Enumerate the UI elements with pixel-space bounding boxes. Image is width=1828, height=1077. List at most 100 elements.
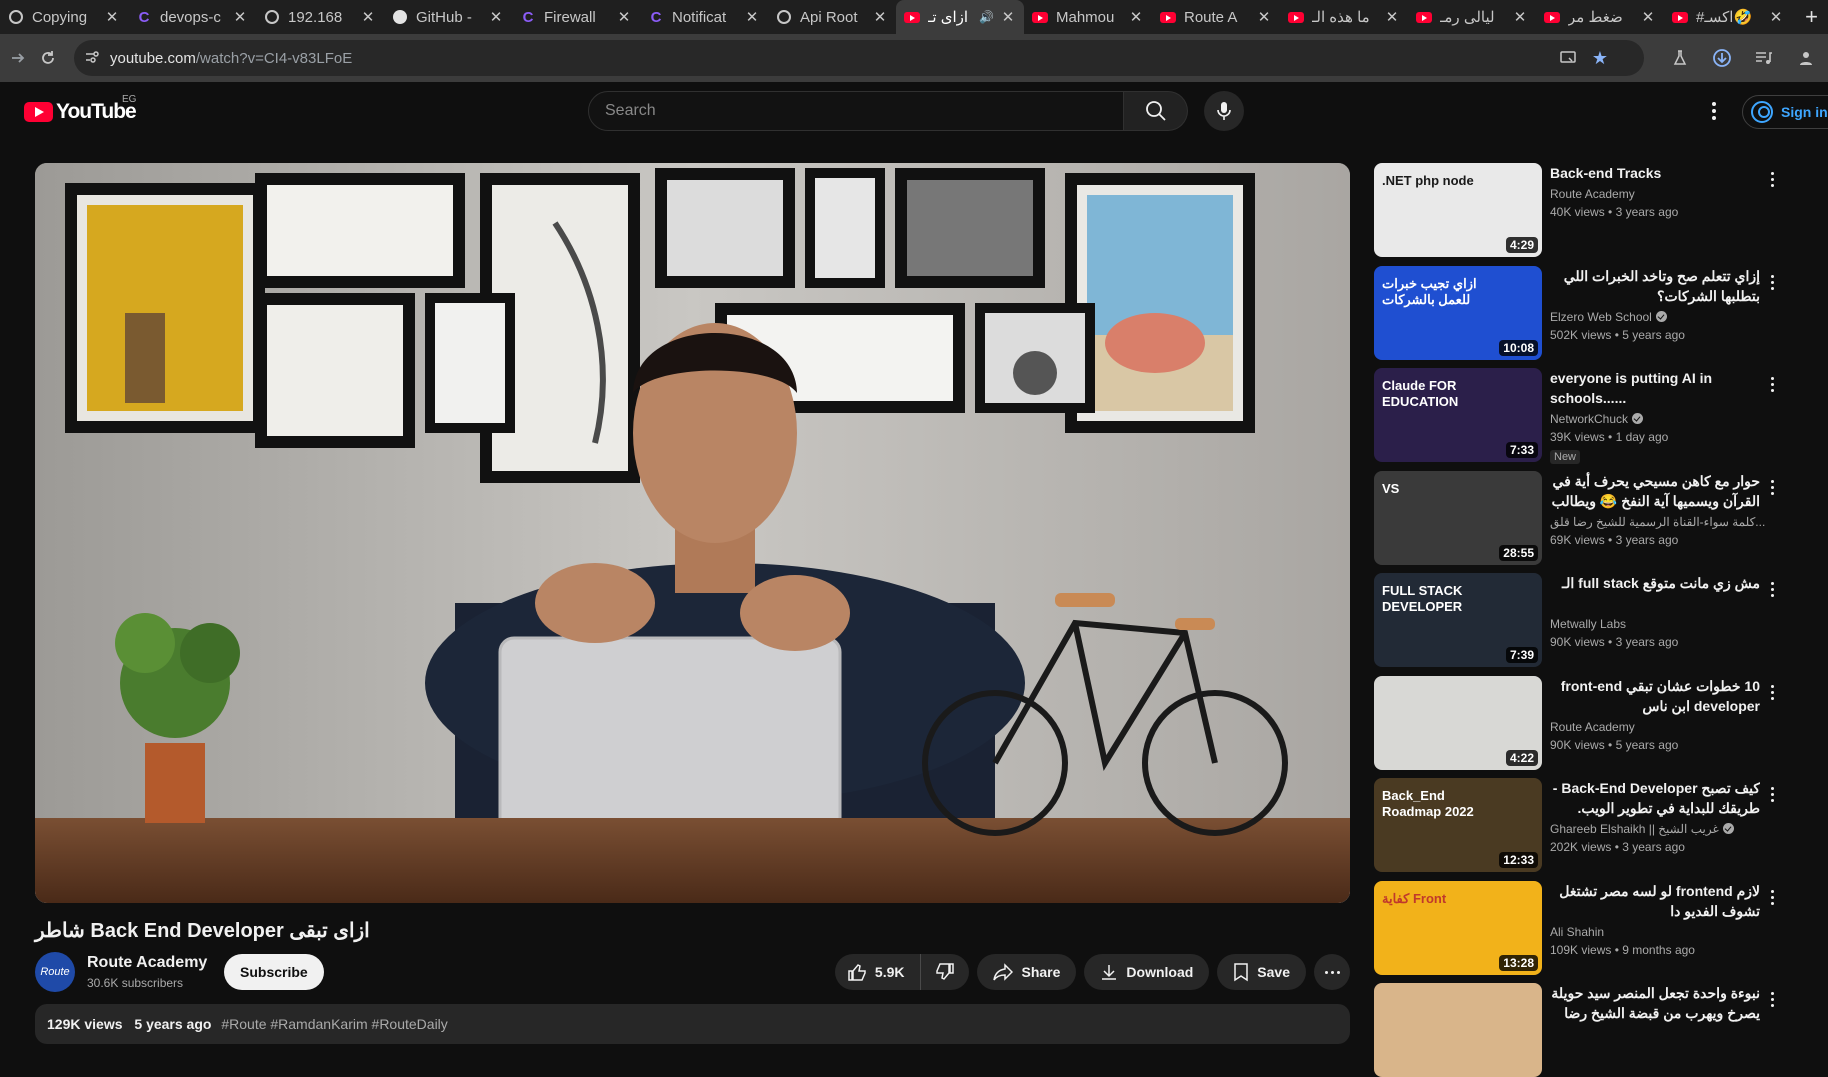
- close-tab-icon[interactable]: ✕: [488, 8, 504, 26]
- forward-icon[interactable]: [2, 42, 34, 74]
- item-menu-icon[interactable]: [1760, 782, 1784, 806]
- recommendation-title[interactable]: نبوءة واحدة تجعل المنصر سيد حويلة يصرخ و…: [1550, 983, 1760, 1023]
- browser-tab[interactable]: GitHub - ✕: [384, 0, 512, 34]
- channel-name[interactable]: Route Academy: [87, 954, 207, 972]
- download-button[interactable]: Download: [1084, 954, 1210, 990]
- recommendation-channel[interactable]: Ali Shahin: [1550, 925, 1604, 939]
- browser-tab[interactable]: Copying ✕: [0, 0, 128, 34]
- recommendation-title[interactable]: مش زي مانت متوقع full stack الـ: [1550, 573, 1760, 593]
- close-tab-icon[interactable]: ✕: [616, 8, 632, 26]
- item-menu-icon[interactable]: [1760, 987, 1784, 1011]
- recommendation-title[interactable]: حوار مع كاهن مسيحي يحرف أية في القرآن وي…: [1550, 471, 1760, 511]
- close-tab-icon[interactable]: ✕: [1384, 8, 1400, 26]
- reload-icon[interactable]: [32, 42, 64, 74]
- recommendation-item[interactable]: FULL STACK DEVELOPER 7:39 مش زي مانت متوقع…: [1374, 573, 1804, 667]
- close-tab-icon[interactable]: ✕: [872, 8, 888, 26]
- video-thumbnail[interactable]: ازاي تجيب خبرات للعمل بالشركات 10:08: [1374, 266, 1542, 360]
- dislike-button[interactable]: [921, 954, 969, 990]
- video-thumbnail[interactable]: Claude FOR EDUCATION 7:33: [1374, 368, 1542, 462]
- recommendation-item[interactable]: Claude FOR EDUCATION 7:33 everyone is putt…: [1374, 368, 1804, 464]
- close-tab-icon[interactable]: ✕: [360, 8, 376, 26]
- item-menu-icon[interactable]: [1760, 885, 1784, 909]
- item-menu-icon[interactable]: [1760, 270, 1784, 294]
- recommendation-channel[interactable]: Metwally Labs: [1550, 617, 1626, 631]
- recommendation-item[interactable]: نبوءة واحدة تجعل المنصر سيد حويلة يصرخ و…: [1374, 983, 1804, 1077]
- youtube-logo[interactable]: YouTube: [24, 100, 137, 124]
- browser-tab[interactable]: 192.168 ✕: [256, 0, 384, 34]
- sign-in-button[interactable]: Sign in: [1742, 95, 1828, 129]
- browser-tab[interactable]: Mahmou ✕: [1024, 0, 1152, 34]
- recommendation-channel[interactable]: كلمة سواء-القناة الرسمية للشيخ رضا قلق..…: [1550, 515, 1765, 529]
- video-thumbnail[interactable]: VS 28:55: [1374, 471, 1542, 565]
- recommendation-title[interactable]: كيف تصبح Back-End Developer - طريقك للبد…: [1550, 778, 1760, 818]
- recommendation-title[interactable]: لازم frontend لو لسه مصر تشتغل تشوف الفد…: [1550, 881, 1760, 921]
- close-tab-icon[interactable]: ✕: [1768, 8, 1784, 26]
- hashtags[interactable]: #Route #RamdanKarim #RouteDaily: [221, 1016, 447, 1032]
- browser-tab[interactable]: ما هذه الـ ✕: [1280, 0, 1408, 34]
- like-button[interactable]: 5.9K: [835, 954, 922, 990]
- search-button[interactable]: [1124, 91, 1188, 131]
- browser-tab[interactable]: Cdevops-c ✕: [128, 0, 256, 34]
- browser-tab[interactable]: #اكسـ🤣 ✕: [1664, 0, 1792, 34]
- media-control-icon[interactable]: [1748, 42, 1780, 74]
- recommendation-channel[interactable]: Route Academy: [1550, 720, 1635, 734]
- recommendation-channel[interactable]: NetworkChuck: [1550, 412, 1644, 426]
- item-menu-icon[interactable]: [1760, 475, 1784, 499]
- item-menu-icon[interactable]: [1760, 372, 1784, 396]
- browser-tab[interactable]: C Firewall ✕: [512, 0, 640, 34]
- recommendation-channel[interactable]: Route Academy: [1550, 187, 1635, 201]
- recommendation-title[interactable]: إزاي تتعلم صح وتاخد الخبرات اللي بتطلبها…: [1550, 266, 1760, 306]
- address-bar[interactable]: youtube.com/watch?v=CI4-v83LFoE ★: [74, 40, 1644, 76]
- share-button[interactable]: Share: [977, 954, 1077, 990]
- browser-tab[interactable]: Api Root ✕: [768, 0, 896, 34]
- close-tab-icon[interactable]: ✕: [1640, 8, 1656, 26]
- profile-icon[interactable]: [1790, 42, 1822, 74]
- video-thumbnail[interactable]: FULL STACK DEVELOPER 7:39: [1374, 573, 1542, 667]
- site-settings-icon[interactable]: [74, 50, 110, 67]
- video-thumbnail[interactable]: كفاية Front 13:28: [1374, 881, 1542, 975]
- bookmark-star-icon[interactable]: ★: [1592, 48, 1608, 69]
- recommendation-item[interactable]: VS 28:55 حوار مع كاهن مسيحي يحرف أية في ال…: [1374, 471, 1804, 565]
- browser-tab[interactable]: C Notificat ✕: [640, 0, 768, 34]
- browser-tab[interactable]: ليالى رمـ ✕: [1408, 0, 1536, 34]
- search-input[interactable]: [588, 91, 1124, 131]
- recommendation-item[interactable]: Back_End Roadmap 2022 12:33 كيف تصبح Back-…: [1374, 778, 1804, 872]
- new-tab-icon[interactable]: +: [1805, 4, 1818, 30]
- recommendation-item[interactable]: .NET php node 4:29 Back-end Tracks Route Ac…: [1374, 163, 1804, 257]
- labs-flask-icon[interactable]: [1664, 42, 1696, 74]
- item-menu-icon[interactable]: [1760, 167, 1784, 191]
- more-actions-icon[interactable]: [1314, 954, 1350, 990]
- video-thumbnail[interactable]: .NET php node 4:29: [1374, 163, 1542, 257]
- browser-tab[interactable]: ازاى تـ 🔊 ✕: [896, 0, 1024, 34]
- recommendation-title[interactable]: 10 خطوات عشان تبقي front-end developer ا…: [1550, 676, 1760, 716]
- subscribe-button[interactable]: Subscribe: [224, 954, 324, 990]
- item-menu-icon[interactable]: [1760, 577, 1784, 601]
- channel-avatar[interactable]: Route: [35, 952, 75, 992]
- close-tab-icon[interactable]: ✕: [1512, 8, 1528, 26]
- settings-menu-icon[interactable]: [1702, 99, 1726, 123]
- browser-tab[interactable]: ضغط مر ✕: [1536, 0, 1664, 34]
- download-icon[interactable]: [1706, 42, 1738, 74]
- close-tab-icon[interactable]: ✕: [1128, 8, 1144, 26]
- cast-icon[interactable]: [1560, 50, 1578, 71]
- description-box[interactable]: 129K views 5 years ago #Route #RamdanKar…: [35, 1004, 1350, 1044]
- recommendation-channel[interactable]: Ghareeb Elshaikh || غريب الشيخ: [1550, 822, 1734, 836]
- close-tab-icon[interactable]: ✕: [104, 8, 120, 26]
- recommendation-item[interactable]: ازاي تجيب خبرات للعمل بالشركات 10:08 إزاي …: [1374, 266, 1804, 360]
- recommendation-item[interactable]: كفاية Front 13:28 لازم frontend لو لسه مصر…: [1374, 881, 1804, 975]
- video-thumbnail[interactable]: 4:22: [1374, 676, 1542, 770]
- close-tab-icon[interactable]: ✕: [744, 8, 760, 26]
- save-button[interactable]: Save: [1217, 954, 1306, 990]
- close-tab-icon[interactable]: ✕: [1000, 8, 1016, 26]
- audio-playing-icon[interactable]: 🔊: [979, 10, 994, 24]
- item-menu-icon[interactable]: [1760, 680, 1784, 704]
- video-thumbnail[interactable]: Back_End Roadmap 2022 12:33: [1374, 778, 1542, 872]
- voice-search-button[interactable]: [1204, 91, 1244, 131]
- close-tab-icon[interactable]: ✕: [1256, 8, 1272, 26]
- video-thumbnail[interactable]: [1374, 983, 1542, 1077]
- recommendation-channel[interactable]: Elzero Web School: [1550, 310, 1667, 324]
- recommendation-item[interactable]: 4:22 10 خطوات عشان تبقي front-end develop…: [1374, 676, 1804, 770]
- close-tab-icon[interactable]: ✕: [232, 8, 248, 26]
- browser-tab[interactable]: Route A ✕: [1152, 0, 1280, 34]
- video-player[interactable]: [35, 163, 1350, 903]
